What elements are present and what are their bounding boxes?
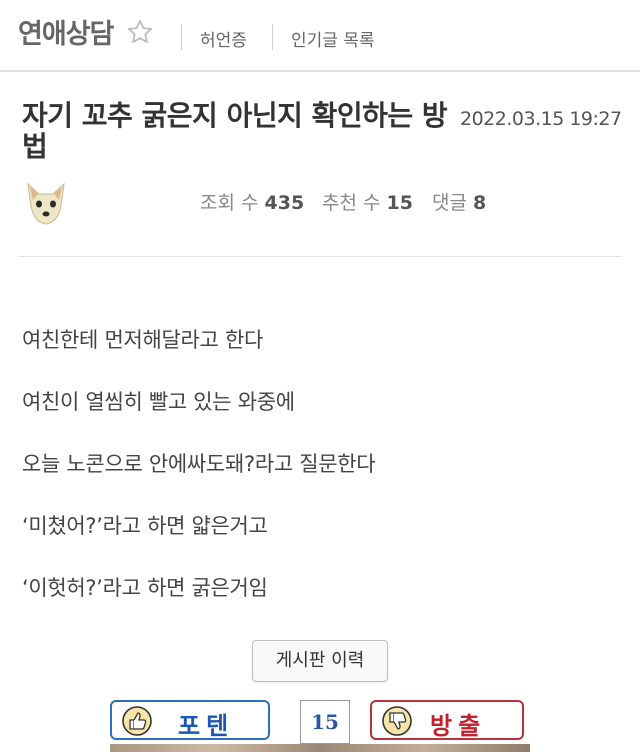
body-line: ‘이헛허?’라고 하면 굵은거임 <box>22 576 268 600</box>
nav-link-lies[interactable]: 허언증 <box>200 26 247 51</box>
thumbs-down-icon <box>382 706 412 736</box>
avatar[interactable] <box>24 182 68 226</box>
downvote-label: 방출 <box>430 712 487 740</box>
board-title[interactable]: 연애상담 <box>18 12 114 51</box>
body-line: 오늘 노콘으로 안에싸도돼?라고 질문한다 <box>22 452 376 476</box>
thumbs-up-icon <box>122 706 152 736</box>
body-line: ‘미쳤어?’라고 하면 얇은거고 <box>22 514 268 538</box>
board-history-button[interactable]: 게시판 이력 <box>252 640 388 682</box>
divider <box>272 24 273 50</box>
upvote-button[interactable]: 포텐 <box>110 700 270 740</box>
recommend-count: 추천 수 15 <box>322 192 413 214</box>
body-line: 여친한테 먼저해달라고 한다 <box>22 328 263 352</box>
nav-link-popular[interactable]: 인기글 목록 <box>291 26 375 51</box>
post-date: 2022.03.15 19:27 <box>460 108 622 130</box>
top-bar: 연애상담 허언증 인기글 목록 <box>0 0 640 72</box>
divider <box>18 256 622 257</box>
comment-count[interactable]: 댓글 8 <box>432 188 486 215</box>
downvote-button[interactable]: 방출 <box>370 700 524 740</box>
upvote-label: 포텐 <box>178 712 235 740</box>
view-count: 조회 수 435 <box>200 192 305 214</box>
vote-count: 15 <box>300 700 350 744</box>
post-title: 자기 꼬추 굵은지 아닌지 확인하는 방법 <box>22 99 448 163</box>
star-icon[interactable] <box>126 18 154 46</box>
body-line: 여친이 열씸히 빨고 있는 와중에 <box>22 390 295 414</box>
next-content-preview <box>110 744 530 752</box>
divider <box>181 24 182 50</box>
